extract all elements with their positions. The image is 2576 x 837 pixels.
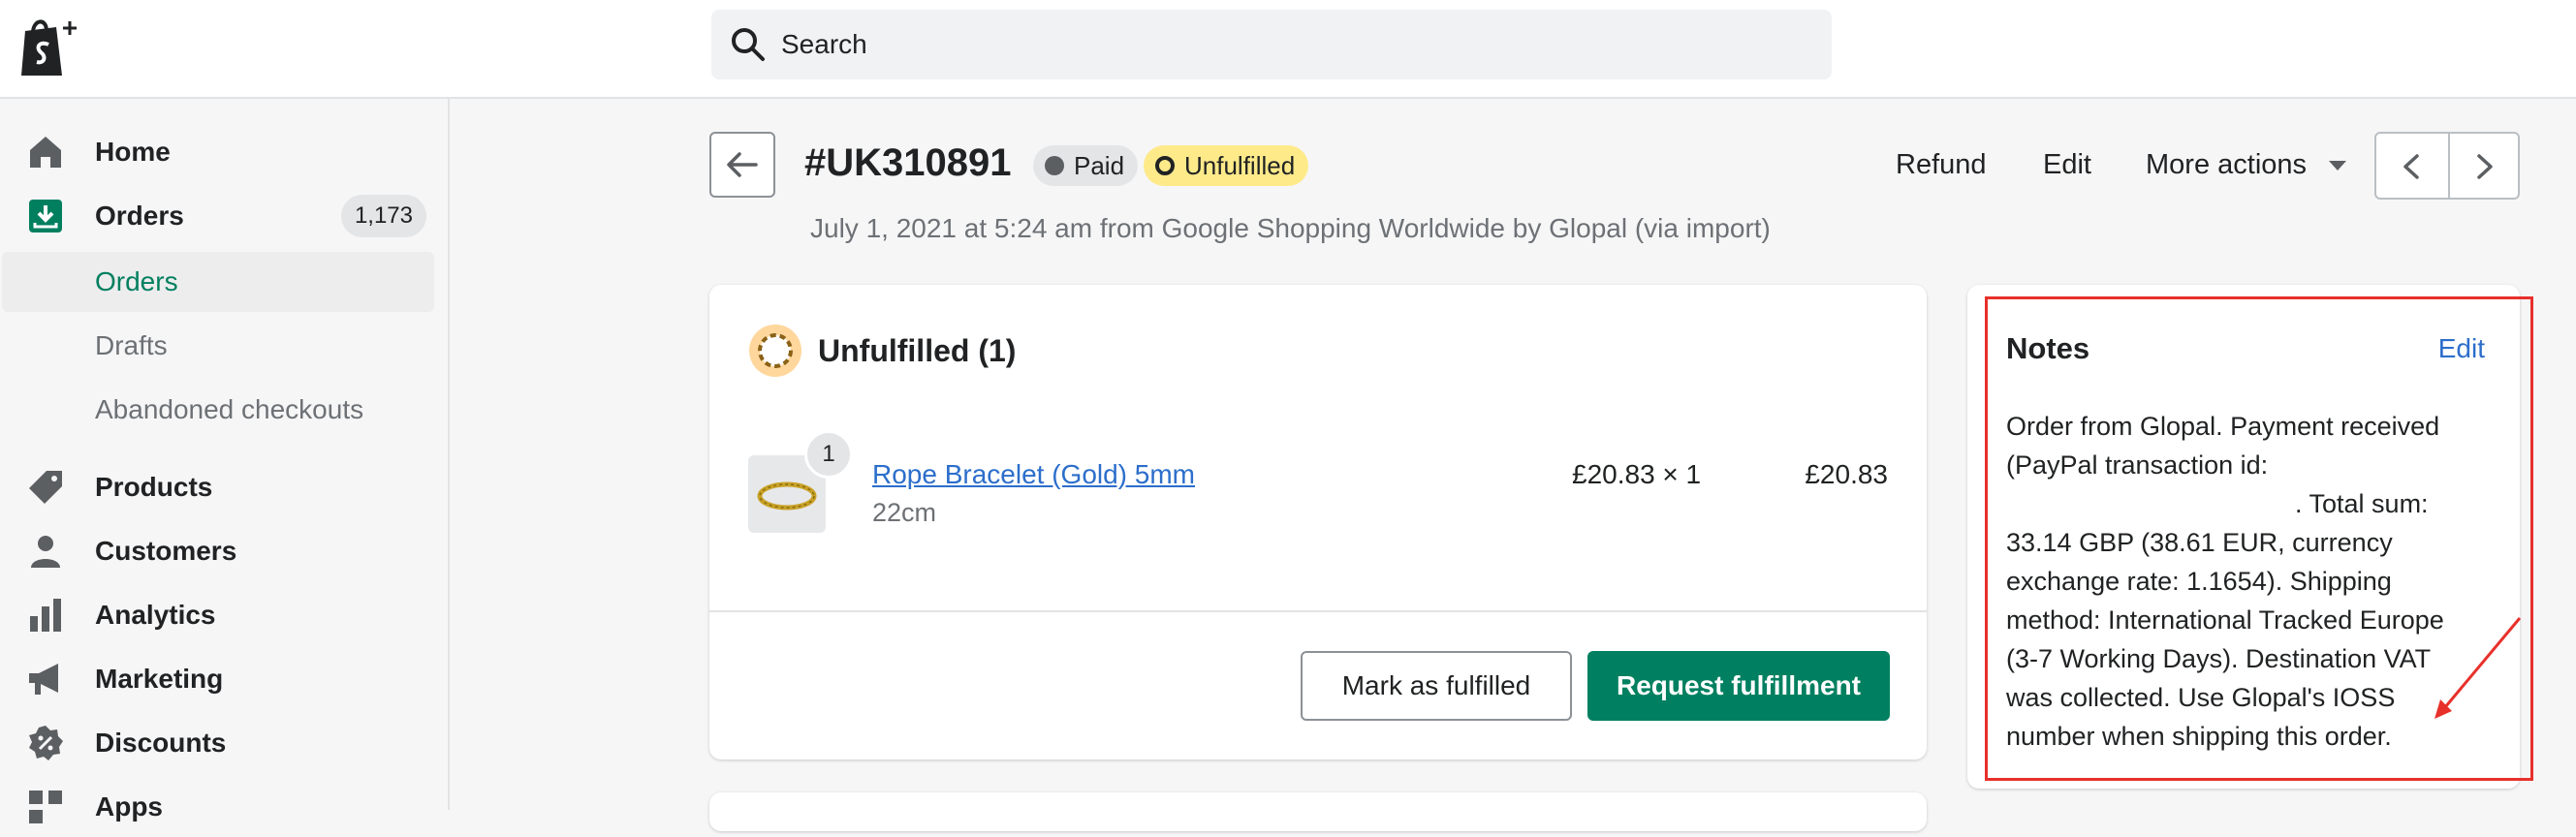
unfulfilled-title: Unfulfilled (1) (818, 333, 1017, 368)
sidebar-item-label: Abandoned checkouts (95, 394, 364, 424)
orders-count-badge: 1,173 (340, 195, 426, 237)
sidebar-item-label: Apps (95, 791, 163, 822)
payment-status-label: Paid (1074, 150, 1125, 180)
shopify-bag-icon[interactable] (12, 12, 79, 79)
unfulfilled-status-icon (749, 325, 801, 377)
product-link[interactable]: Rope Bracelet (Gold) 5mm (872, 459, 1195, 490)
sidebar-item-orders[interactable]: Orders 1,173 (0, 186, 448, 246)
unfulfilled-card: Unfulfilled (1) 1 Rope Bracelet (Gold) 5… (709, 285, 1927, 760)
request-fulfillment-button[interactable]: Request fulfillment (1587, 651, 1890, 721)
chevron-left-icon (2403, 154, 2419, 179)
order-pagination (2374, 132, 2520, 200)
caret-down-icon[interactable] (2328, 159, 2347, 172)
arrow-left-icon (727, 152, 758, 177)
product-variant: 22cm (872, 498, 937, 527)
megaphone-icon (29, 664, 58, 695)
previous-order-button[interactable] (2376, 134, 2448, 198)
payment-status-badge: Paid (1033, 145, 1139, 186)
sidebar-item-marketing[interactable]: Marketing (0, 649, 448, 709)
sidebar-item-apps[interactable]: Apps (0, 777, 448, 837)
edit-order-button[interactable]: Edit (2043, 149, 2091, 181)
annotation-arrow-icon (2435, 617, 2522, 719)
quantity-badge: 1 (804, 430, 853, 479)
bar-chart-icon (30, 599, 61, 632)
sidebar-item-label: Orders (95, 266, 178, 296)
orders-icon (29, 200, 62, 232)
apps-icon (29, 790, 62, 823)
next-card (709, 792, 1927, 831)
unit-price: £20.83 × 1 (1572, 459, 1702, 489)
order-number: #UK310891 (804, 141, 1012, 184)
mark-as-fulfilled-button[interactable]: Mark as fulfilled (1301, 651, 1572, 721)
line-total: £20.83 (1805, 459, 1888, 489)
sidebar-item-discounts[interactable]: Discounts (0, 713, 448, 773)
sidebar: Home Orders 1,173 Orders Drafts Abandone… (0, 99, 450, 823)
discount-icon (29, 726, 63, 760)
status-ring-icon (1155, 156, 1175, 175)
sidebar-item-home[interactable]: Home (0, 122, 448, 182)
sidebar-subitem-drafts[interactable]: Drafts (0, 316, 448, 376)
tag-icon (29, 471, 62, 504)
sidebar-item-label: Drafts (95, 330, 168, 360)
chevron-right-icon (2477, 154, 2493, 179)
sidebar-item-label: Discounts (95, 728, 227, 758)
fulfillment-status-badge: Unfulfilled (1144, 145, 1309, 186)
fulfillment-status-label: Unfulfilled (1184, 150, 1296, 180)
next-order-button[interactable] (2450, 134, 2520, 198)
search-placeholder: Search (781, 29, 867, 59)
sidebar-item-customers[interactable]: Customers (0, 521, 448, 581)
sidebar-subitem-orders[interactable]: Orders (0, 252, 448, 312)
sidebar-item-label: Orders (95, 201, 184, 231)
search-bar[interactable]: Search (711, 10, 1832, 79)
sidebar-item-products[interactable]: Products (0, 457, 448, 517)
refund-button[interactable]: Refund (1896, 149, 1987, 181)
home-icon (30, 137, 61, 168)
search-icon (732, 28, 765, 61)
sidebar-item-label: Products (95, 472, 213, 502)
sidebar-item-label: Home (95, 137, 171, 167)
sidebar-item-analytics[interactable]: Analytics (0, 585, 448, 645)
sidebar-item-label: Analytics (95, 600, 216, 630)
card-divider (709, 610, 1927, 612)
sidebar-item-label: Marketing (95, 664, 224, 694)
back-button[interactable] (709, 132, 775, 198)
more-actions-button[interactable]: More actions (2146, 149, 2307, 181)
active-highlight (2, 252, 434, 312)
status-dot-icon (1045, 156, 1064, 175)
order-subtitle: July 1, 2021 at 5:24 am from Google Shop… (810, 213, 1771, 243)
person-icon (31, 536, 60, 568)
sidebar-item-label: Customers (95, 536, 237, 566)
sidebar-subitem-abandoned-checkouts[interactable]: Abandoned checkouts (0, 380, 448, 440)
top-bar: Search (0, 0, 2576, 99)
